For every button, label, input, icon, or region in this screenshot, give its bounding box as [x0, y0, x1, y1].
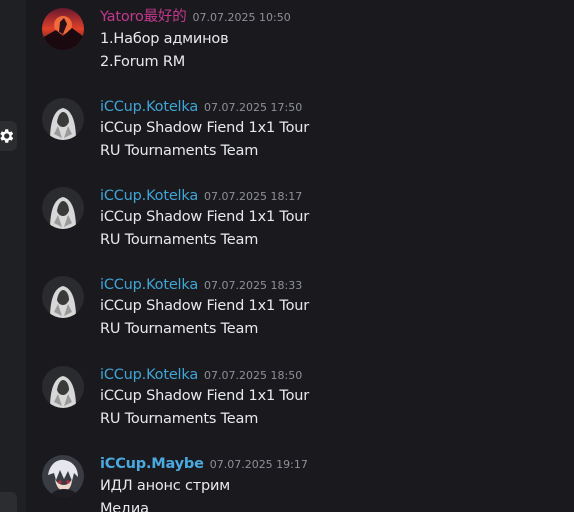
rail-item-partial[interactable]: [0, 492, 17, 512]
message-item: iCCup.Kotelka 07.07.2025 18:33 iCCup Shad…: [26, 268, 574, 348]
timestamp: 07.07.2025 18:17: [204, 190, 303, 203]
message-text-line: iCCup Shadow Fiend 1x1 Tour: [100, 388, 309, 404]
message-text-line: iCCup Shadow Fiend 1x1 Tour: [100, 120, 309, 136]
hooded-figure-avatar: [42, 98, 84, 140]
settings-button[interactable]: [0, 121, 17, 151]
timestamp: 07.07.2025 18:50: [204, 369, 303, 382]
message-list: Yatoro最好的 07.07.2025 10:50 1.Набор админо…: [26, 0, 574, 512]
message-header: Yatoro最好的 07.07.2025 10:50: [100, 6, 291, 26]
app-root: Yatoro最好的 07.07.2025 10:50 1.Набор админо…: [0, 0, 574, 512]
message-header: iCCup.Kotelka 07.07.2025 18:50: [100, 364, 302, 384]
message-item: iCCup.Kotelka 07.07.2025 17:50 iCCup Shad…: [26, 90, 574, 170]
message-text-line: RU Tournaments Team: [100, 411, 259, 427]
avatar[interactable]: [42, 187, 84, 229]
author-name[interactable]: iCCup.Kotelka: [100, 277, 198, 293]
message-item: iCCup.Kotelka 07.07.2025 18:17 iCCup Shad…: [26, 179, 574, 259]
timestamp: 07.07.2025 17:50: [204, 101, 303, 114]
message-text-line: iCCup Shadow Fiend 1x1 Tour: [100, 298, 309, 314]
message-header: iCCup.Kotelka 07.07.2025 18:17: [100, 185, 302, 205]
avatar[interactable]: [42, 98, 84, 140]
message-header: iCCup.Kotelka 07.07.2025 17:50: [100, 96, 302, 116]
message-header: iCCup.Maybe 07.07.2025 19:17: [100, 453, 308, 473]
message-text-line: RU Tournaments Team: [100, 143, 259, 159]
author-name[interactable]: iCCup.Kotelka: [100, 99, 198, 115]
left-rail: [0, 0, 26, 512]
timestamp: 07.07.2025 10:50: [192, 11, 291, 24]
hooded-figure-avatar: [42, 276, 84, 318]
gear-icon: [0, 129, 14, 143]
message-text-line: 2.Forum RM: [100, 54, 186, 70]
red-sunset-avatar: [42, 8, 84, 50]
message-text-line: ИДЛ анонс стрим: [100, 478, 230, 494]
avatar[interactable]: [42, 366, 84, 408]
message-text-line: RU Tournaments Team: [100, 232, 259, 248]
author-name[interactable]: Yatoro最好的: [100, 9, 187, 25]
message-text-line: Медиа: [100, 501, 149, 512]
hooded-figure-avatar: [42, 187, 84, 229]
message-text-line: 1.Набор админов: [100, 31, 229, 47]
timestamp: 07.07.2025 19:17: [209, 458, 308, 471]
anime-character-avatar: [42, 455, 84, 497]
message-item: iCCup.Maybe 07.07.2025 19:17 ИДЛ анонс ст…: [26, 447, 574, 512]
avatar[interactable]: [42, 455, 84, 497]
message-item: iCCup.Kotelka 07.07.2025 18:50 iCCup Shad…: [26, 358, 574, 438]
avatar[interactable]: [42, 8, 84, 50]
message-text-line: iCCup Shadow Fiend 1x1 Tour: [100, 209, 309, 225]
message-header: iCCup.Kotelka 07.07.2025 18:33: [100, 274, 302, 294]
author-name[interactable]: iCCup.Maybe: [100, 456, 204, 472]
author-name[interactable]: iCCup.Kotelka: [100, 367, 198, 383]
timestamp: 07.07.2025 18:33: [204, 279, 303, 292]
message-text-line: RU Tournaments Team: [100, 321, 259, 337]
author-name[interactable]: iCCup.Kotelka: [100, 188, 198, 204]
message-item: Yatoro最好的 07.07.2025 10:50 1.Набор админо…: [26, 0, 574, 80]
hooded-figure-avatar: [42, 366, 84, 408]
avatar[interactable]: [42, 276, 84, 318]
